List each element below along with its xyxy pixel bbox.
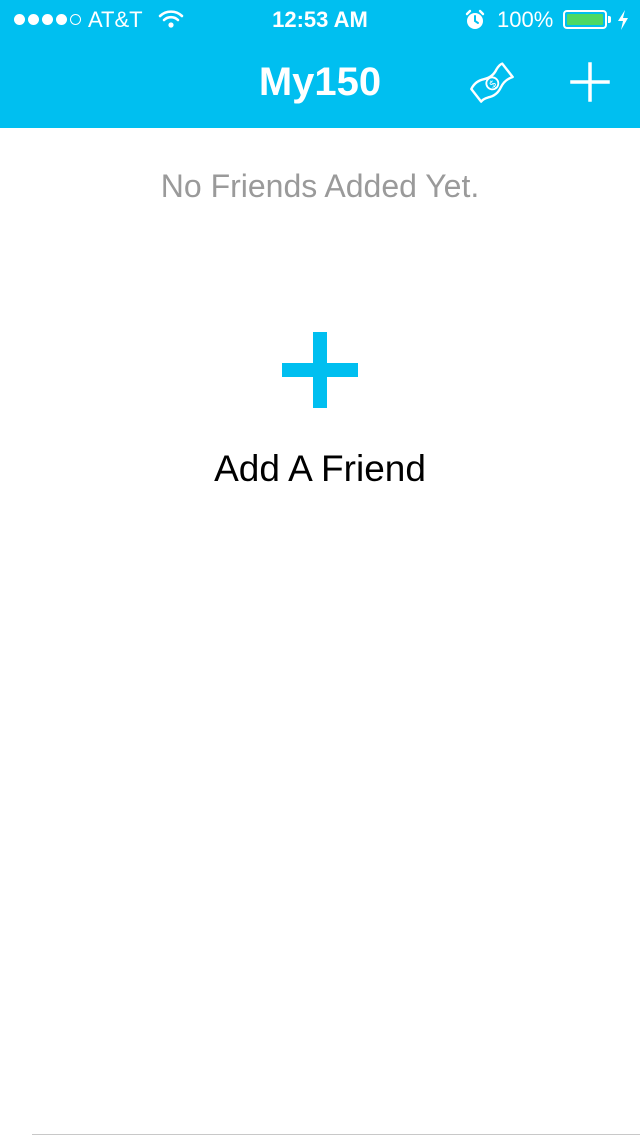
plus-icon [570,62,610,102]
add-friend-button[interactable]: Add A Friend [180,324,460,496]
divider [32,1134,640,1135]
battery-icon [563,10,607,29]
header-bar: AT&T 12:53 AM 100% My150 $ [0,0,640,128]
battery-tip [608,16,611,23]
battery-percentage: 100% [497,7,554,32]
plus-icon [282,332,358,408]
charging-bolt-icon [616,9,630,37]
battery-level-fill [567,14,603,25]
status-bar: AT&T 12:53 AM 100% [0,0,640,40]
alarm-icon [464,9,486,37]
app-screen: AT&T 12:53 AM 100% My150 $ No Friends Ad… [0,0,640,1136]
empty-state-message: No Friends Added Yet. [160,168,480,204]
add-friend-label: Add A Friend [214,448,426,489]
page-title: My150 [258,60,382,104]
payments-button[interactable]: $ [466,60,518,106]
money-bill-icon: $ [470,62,514,103]
add-button[interactable] [568,60,612,104]
